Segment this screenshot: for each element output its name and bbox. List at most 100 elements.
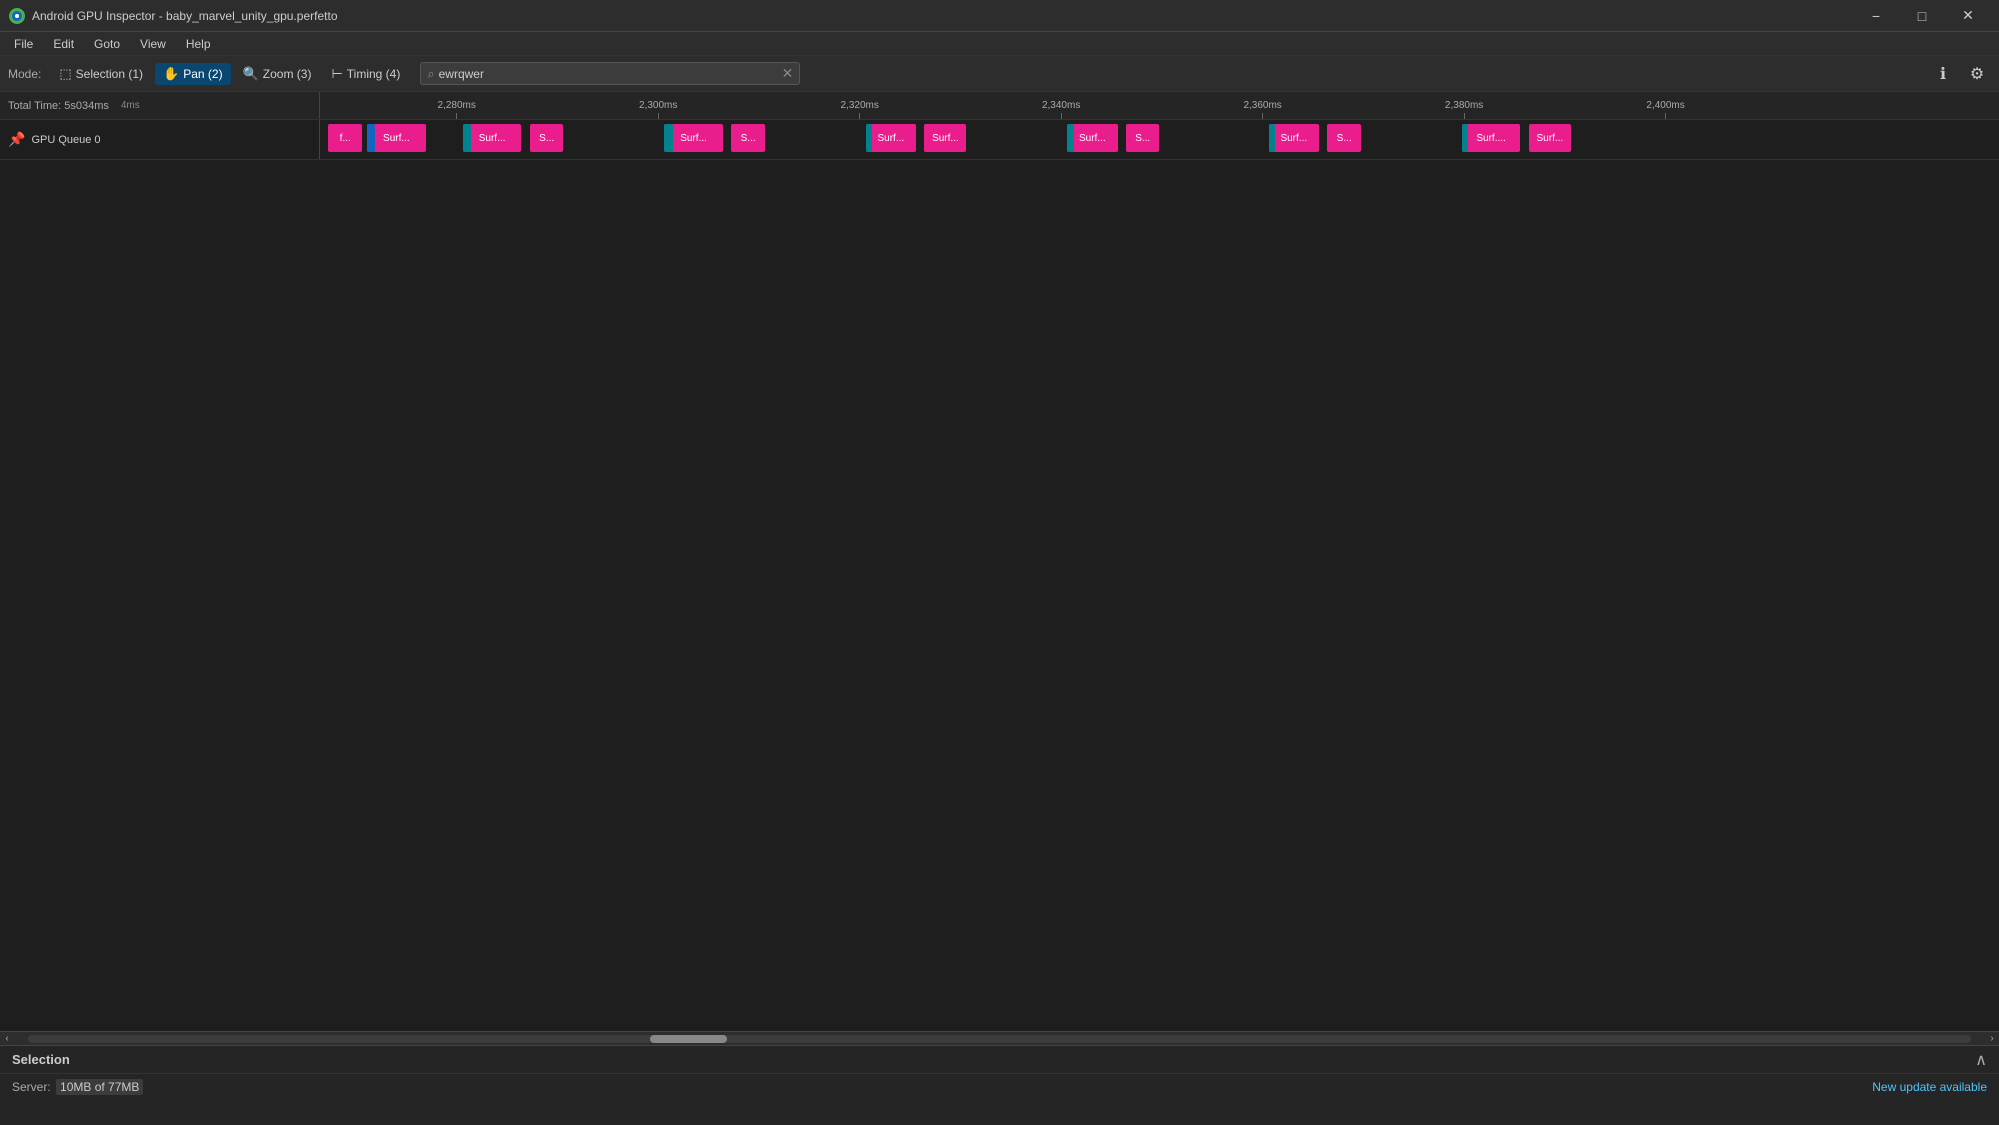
bottom-panel: Selection ∧ Server: 10MB of 77MB New upd… xyxy=(0,1045,1999,1125)
server-info: Server: 10MB of 77MB xyxy=(12,1080,143,1094)
gpu-block-label: Surf... xyxy=(678,133,709,144)
mode-pan-label: Pan (2) xyxy=(183,67,222,81)
gpu-block[interactable] xyxy=(664,124,672,152)
gpu-block[interactable]: Surf... xyxy=(1067,124,1117,152)
ruler-label: 2,300ms xyxy=(639,100,677,111)
gpu-block[interactable] xyxy=(866,124,873,152)
ruler-tick: 2,380ms xyxy=(1445,100,1483,119)
ruler-line xyxy=(1464,113,1465,119)
menu-edit[interactable]: Edit xyxy=(43,32,84,55)
scale-indicator: 4ms xyxy=(121,100,140,111)
gpu-block[interactable]: Surf... xyxy=(1269,124,1319,152)
track-label-gpu-queue-0: 📌 GPU Queue 0 xyxy=(0,120,320,159)
gpu-block[interactable]: Surf... xyxy=(463,124,522,152)
scroll-left-button[interactable]: ‹ xyxy=(0,1032,14,1046)
ruler-line xyxy=(1262,113,1263,119)
ruler-label: 2,380ms xyxy=(1445,100,1483,111)
timing-icon: ⊢ xyxy=(331,66,342,82)
menu-file[interactable]: File xyxy=(4,32,43,55)
timeline-empty-area xyxy=(0,160,1999,1031)
gpu-block[interactable]: Surf... xyxy=(866,124,916,152)
menu-view[interactable]: View xyxy=(130,32,176,55)
mode-zoom-button[interactable]: 🔍 Zoom (3) xyxy=(235,63,320,85)
mode-timing-button[interactable]: ⊢ Timing (4) xyxy=(323,63,408,85)
gpu-block[interactable]: Surf.... xyxy=(1462,124,1521,152)
ruler-line xyxy=(859,113,860,119)
server-label: Server: xyxy=(12,1080,51,1094)
ruler-label: 2,280ms xyxy=(438,100,476,111)
ruler-label: 2,320ms xyxy=(840,100,878,111)
ruler-line xyxy=(1665,113,1666,119)
mode-selection-label: Selection (1) xyxy=(76,67,143,81)
gpu-block[interactable]: S... xyxy=(1126,124,1160,152)
mode-zoom-label: Zoom (3) xyxy=(263,67,312,81)
ruler-ticks-container: 2,280ms2,300ms2,320ms2,340ms2,360ms2,380… xyxy=(320,92,1999,119)
ruler-label: 2,400ms xyxy=(1646,100,1684,111)
search-input[interactable] xyxy=(439,67,782,81)
gpu-block-label: Surf... xyxy=(1535,133,1566,144)
window-controls: − □ ✕ xyxy=(1853,0,1991,32)
close-button[interactable]: ✕ xyxy=(1945,0,1991,32)
gpu-block-label: S... xyxy=(537,133,556,144)
gpu-block[interactable]: S... xyxy=(530,124,564,152)
gpu-block[interactable]: Surf... xyxy=(664,124,723,152)
gpu-block[interactable]: Surf... xyxy=(924,124,966,152)
window-title: Android GPU Inspector - baby_marvel_unit… xyxy=(32,9,1853,23)
gpu-block[interactable] xyxy=(1462,124,1469,152)
search-clear-button[interactable]: ✕ xyxy=(782,65,794,82)
timeline-header: Total Time: 5s034ms 4ms 2,280ms 2,300ms 2,… xyxy=(0,92,1999,120)
horizontal-scrollbar: ‹ › xyxy=(0,1031,1999,1045)
minimize-button[interactable]: − xyxy=(1853,0,1899,32)
collapse-button[interactable]: ∧ xyxy=(1975,1050,1987,1070)
gpu-block-label: f... xyxy=(338,133,353,144)
scrollbar-track[interactable] xyxy=(28,1035,1971,1043)
gpu-block-label: Surf... xyxy=(381,133,412,144)
server-value: 10MB of 77MB xyxy=(56,1079,143,1095)
ruler-label: 2,360ms xyxy=(1243,100,1281,111)
gpu-block[interactable] xyxy=(1067,124,1074,152)
timeline-left-panel: Total Time: 5s034ms 4ms xyxy=(0,92,320,119)
total-time-label: Total Time: 5s034ms xyxy=(8,100,109,112)
gpu-block-label: Surf... xyxy=(1278,133,1309,144)
gpu-block-label: Surf.... xyxy=(1474,133,1507,144)
update-link[interactable]: New update available xyxy=(1872,1080,1987,1094)
gpu-block[interactable]: S... xyxy=(731,124,765,152)
gpu-block[interactable]: Surf... xyxy=(1529,124,1571,152)
timeline-ruler: 2,280ms2,300ms2,320ms2,340ms2,360ms2,380… xyxy=(320,92,1999,119)
search-container: ⌕ ✕ xyxy=(420,62,800,85)
track-name: GPU Queue 0 xyxy=(31,134,100,146)
maximize-button[interactable]: □ xyxy=(1899,0,1945,32)
mode-selection-button[interactable]: ⬚ Selection (1) xyxy=(51,63,151,85)
mode-pan-button[interactable]: ✋ Pan (2) xyxy=(155,63,231,85)
zoom-icon: 🔍 xyxy=(243,66,259,82)
bottom-panel-content: Server: 10MB of 77MB New update availabl… xyxy=(0,1074,1999,1100)
gpu-block-label: Surf... xyxy=(876,133,907,144)
gpu-block[interactable]: S... xyxy=(1327,124,1361,152)
app-icon xyxy=(8,7,26,25)
ruler-tick: 2,280ms xyxy=(438,100,476,119)
ruler-tick: 2,300ms xyxy=(639,100,677,119)
gpu-block[interactable] xyxy=(1269,124,1276,152)
gpu-block-label: Surf... xyxy=(477,133,508,144)
search-icon: ⌕ xyxy=(427,66,434,82)
info-button[interactable]: ℹ xyxy=(1929,60,1957,88)
title-bar: Android GPU Inspector - baby_marvel_unit… xyxy=(0,0,1999,32)
scroll-right-button[interactable]: › xyxy=(1985,1032,1999,1046)
gpu-block-label: S... xyxy=(1335,133,1354,144)
menu-help[interactable]: Help xyxy=(176,32,221,55)
menu-bar: File Edit Goto View Help xyxy=(0,32,1999,56)
gpu-block[interactable]: f... xyxy=(328,124,362,152)
pin-icon: 📌 xyxy=(8,131,25,148)
gpu-block[interactable]: Surf... xyxy=(367,124,426,152)
gpu-block[interactable] xyxy=(463,124,471,152)
gpu-block[interactable] xyxy=(367,124,375,152)
track-content-gpu-queue-0[interactable]: f... Surf... Surf... S... Surf... S... Surf...… xyxy=(320,120,1999,159)
menu-goto[interactable]: Goto xyxy=(84,32,130,55)
ruler-line xyxy=(456,113,457,119)
bottom-panel-header: Selection ∧ xyxy=(0,1046,1999,1074)
settings-button[interactable]: ⚙ xyxy=(1963,60,1991,88)
ruler-tick: 2,320ms xyxy=(840,100,878,119)
pan-icon: ✋ xyxy=(163,66,179,82)
scrollbar-thumb[interactable] xyxy=(650,1035,728,1043)
bottom-panel-title: Selection xyxy=(12,1052,70,1067)
